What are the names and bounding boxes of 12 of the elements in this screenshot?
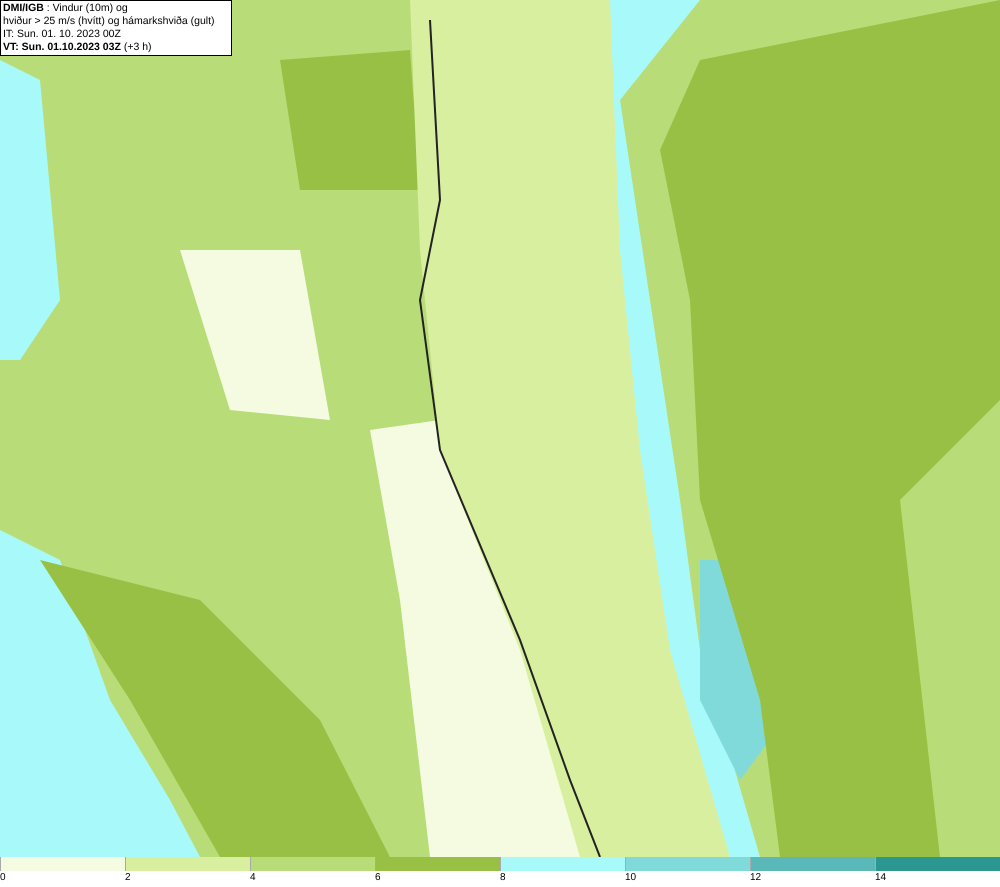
legend-tick-label: 10 xyxy=(625,871,636,885)
legend-tick-label: 4 xyxy=(250,871,256,885)
legend-tick-label: 8 xyxy=(500,871,506,885)
title-line: hviður > 25 m/s (hvítt) og hámarkshviða (gult) xyxy=(3,15,216,28)
legend-tick-label: 0 xyxy=(0,871,6,885)
title-line: IT: Sun. 01. 10. 2023 00Z xyxy=(3,28,122,41)
legend-tick-label: 12 xyxy=(750,871,762,885)
legend-tick-label: 2 xyxy=(125,871,131,885)
title-line: DMI/IGB : Vindur (10m) og xyxy=(3,2,129,15)
legend-tick-label: 6 xyxy=(375,871,381,885)
title-line: VT: Sun. 01.10.2023 03Z (+3 h) xyxy=(3,41,153,54)
legend-tick-label: 14 xyxy=(875,871,886,885)
